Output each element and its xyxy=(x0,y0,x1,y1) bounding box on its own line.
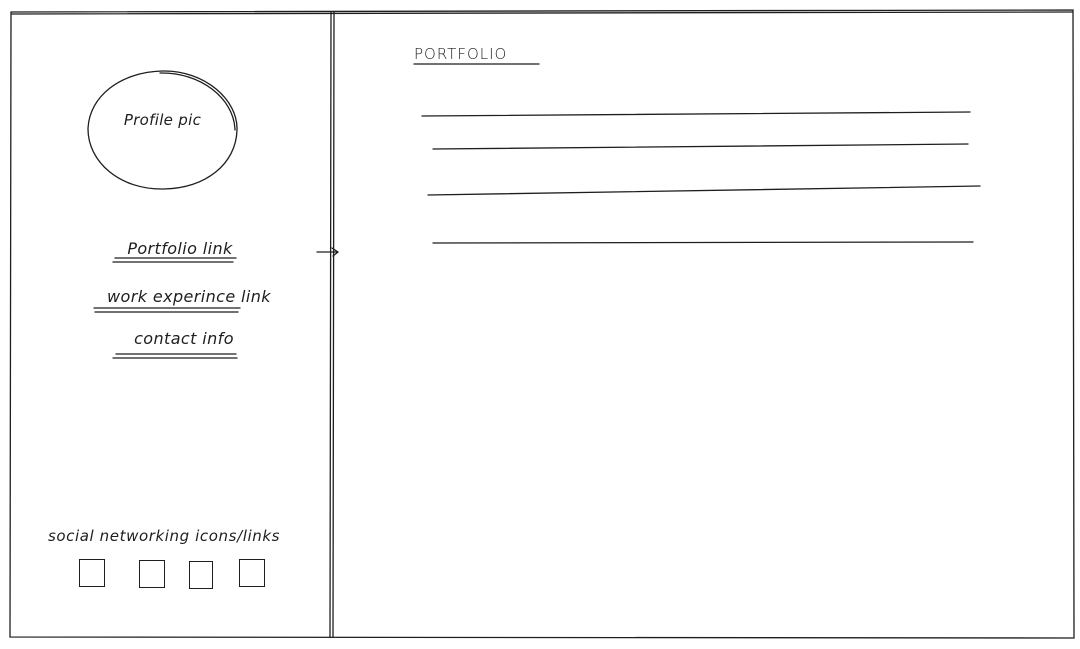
profile-pic-label: Profile pic xyxy=(123,111,202,129)
contact-info-link[interactable]: contact info xyxy=(104,329,264,348)
sidebar-divider xyxy=(329,11,332,638)
social-link-icon[interactable] xyxy=(79,559,105,587)
profile-pic-circle xyxy=(87,70,238,190)
social-link-icon[interactable] xyxy=(189,561,213,589)
content-line xyxy=(427,185,981,196)
wireframe-sketch xyxy=(9,9,1075,639)
social-link-icon[interactable] xyxy=(139,560,165,588)
content-line xyxy=(432,143,969,150)
content-line xyxy=(432,241,974,244)
social-link-icon[interactable] xyxy=(239,559,265,587)
arrow-icon xyxy=(316,247,340,257)
content-line xyxy=(421,111,971,117)
social-networking-label: social networking icons/links xyxy=(47,527,281,545)
page-title: PORTFOLIO xyxy=(414,45,508,63)
work-experience-link[interactable]: work experince link xyxy=(84,287,294,306)
portfolio-link[interactable]: Portfolio link xyxy=(100,239,260,258)
